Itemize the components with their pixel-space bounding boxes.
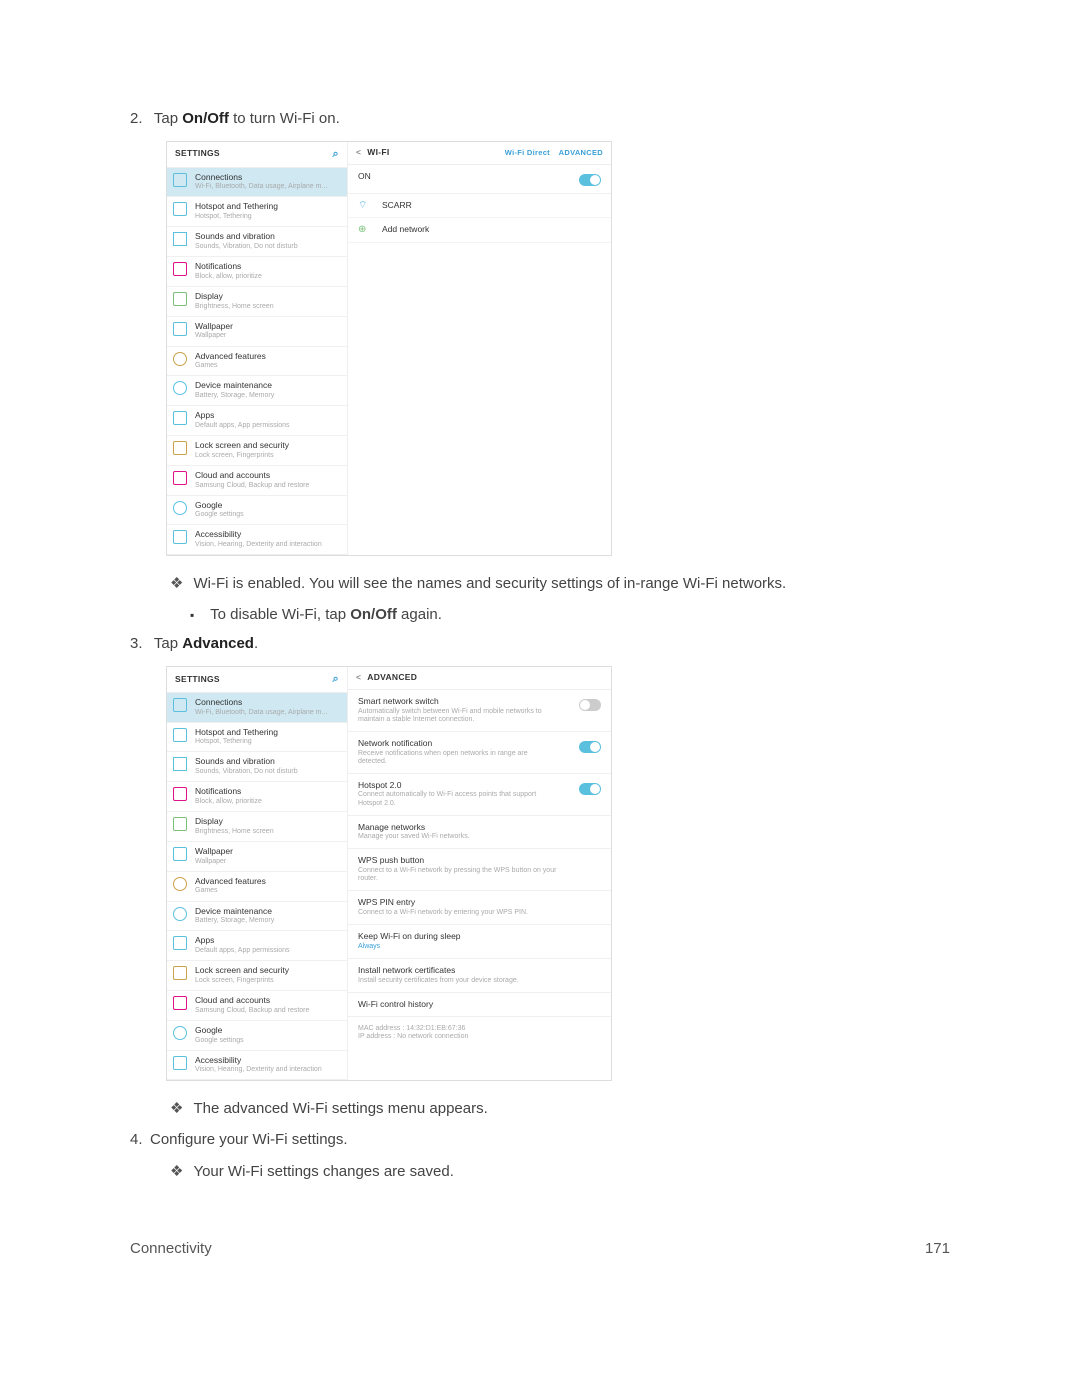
adv-wps-pin[interactable]: WPS PIN entryConnect to a Wi-Fi network … [348,891,611,925]
adv-install-certs[interactable]: Install network certificatesInstall secu… [348,959,611,993]
settings-list-2: ConnectionsWi-Fi, Bluetooth, Data usage,… [167,693,347,1081]
wifi-signal-icon: ⌔ [358,200,372,212]
sidebar-item-device-maintenance[interactable]: Device maintenanceBattery, Storage, Memo… [167,376,347,406]
sidebar-item-sounds[interactable]: Sounds and vibrationSounds, Vibration, D… [167,227,347,257]
adv-keep-wifi-sleep[interactable]: Keep Wi-Fi on during sleepAlways [348,925,611,959]
adv-wps-push[interactable]: WPS push buttonConnect to a Wi-Fi networ… [348,849,611,891]
adv-control-history[interactable]: Wi-Fi control history [348,993,611,1018]
settings-title-2: SETTINGS [175,675,220,685]
toggle-icon[interactable] [579,741,601,753]
note-wifi-enabled: Wi-Fi is enabled. You will see the names… [170,574,950,592]
note-disable-wifi: To disable Wi-Fi, tap On/Off again. [190,606,950,623]
sidebar-item-hotspot[interactable]: Hotspot and TetheringHotspot, Tethering [167,197,347,227]
wifi-network-scarr[interactable]: ⌔ SCARR [348,194,611,219]
screenshot-advanced: SETTINGS ⌕ ConnectionsWi-Fi, Bluetooth, … [166,666,612,1081]
sidebar-item-accessibility[interactable]: AccessibilityVision, Hearing, Dexterity … [167,525,347,555]
note-adv-appears: The advanced Wi-Fi settings menu appears… [170,1099,950,1117]
sidebar-item-connections[interactable]: ConnectionsWi-Fi, Bluetooth, Data usage,… [167,168,347,198]
toggle-icon[interactable] [579,699,601,711]
back-icon[interactable]: < [356,147,361,157]
sidebar-item-apps[interactable]: AppsDefault apps, App permissions [167,406,347,436]
wifi-title: WI-FI [367,147,389,157]
sidebar-item-advanced-features[interactable]: Advanced featuresGames [167,347,347,377]
adv-mac-ip-info: MAC address : 14:32:D1:EB:67:36 IP addre… [348,1017,611,1048]
wifi-advanced-link[interactable]: ADVANCED [559,148,603,157]
sidebar-item-cloud[interactable]: Cloud and accountsSamsung Cloud, Backup … [167,466,347,496]
footer-section: Connectivity [130,1240,212,1257]
adv-smart-switch[interactable]: Smart network switchAutomatically switch… [348,690,611,732]
adv-hotspot20[interactable]: Hotspot 2.0Connect automatically to Wi-F… [348,774,611,816]
wifi-on-row[interactable]: ON [348,165,611,194]
back-icon-2[interactable]: < [356,672,361,682]
settings-list: ConnectionsWi-Fi, Bluetooth, Data usage,… [167,168,347,556]
advanced-title: ADVANCED [367,672,417,682]
plus-icon: ⊕ [358,224,372,236]
step-4: 4.Configure your Wi-Fi settings. [130,1131,950,1148]
search-icon-2[interactable]: ⌕ [333,673,339,686]
sidebar-item-display[interactable]: DisplayBrightness, Home screen [167,287,347,317]
screenshot-wifi: SETTINGS ⌕ ConnectionsWi-Fi, Bluetooth, … [166,141,612,556]
sidebar-item-wallpaper[interactable]: WallpaperWallpaper [167,317,347,347]
adv-network-notification[interactable]: Network notificationReceive notification… [348,732,611,774]
settings-title: SETTINGS [175,149,220,159]
note-saved: Your Wi-Fi settings changes are saved. [170,1162,950,1180]
search-icon[interactable]: ⌕ [333,148,339,161]
sidebar-item-lock-screen[interactable]: Lock screen and securityLock screen, Fin… [167,436,347,466]
step-2: 2. Tap On/Off to turn Wi-Fi on. [130,110,950,127]
add-network[interactable]: ⊕ Add network [348,218,611,243]
wifi-direct-link[interactable]: Wi-Fi Direct [505,148,550,157]
sidebar-item-connections-2[interactable]: ConnectionsWi-Fi, Bluetooth, Data usage,… [167,693,347,723]
page-footer: Connectivity 171 [130,1240,950,1257]
step-3: 3. Tap Advanced. [130,635,950,652]
footer-page-number: 171 [925,1240,950,1257]
adv-manage-networks[interactable]: Manage networksManage your saved Wi-Fi n… [348,816,611,850]
wifi-toggle-icon[interactable] [579,174,601,186]
sidebar-item-notifications[interactable]: NotificationsBlock, allow, prioritize [167,257,347,287]
sidebar-item-google[interactable]: GoogleGoogle settings [167,496,347,526]
toggle-icon[interactable] [579,783,601,795]
